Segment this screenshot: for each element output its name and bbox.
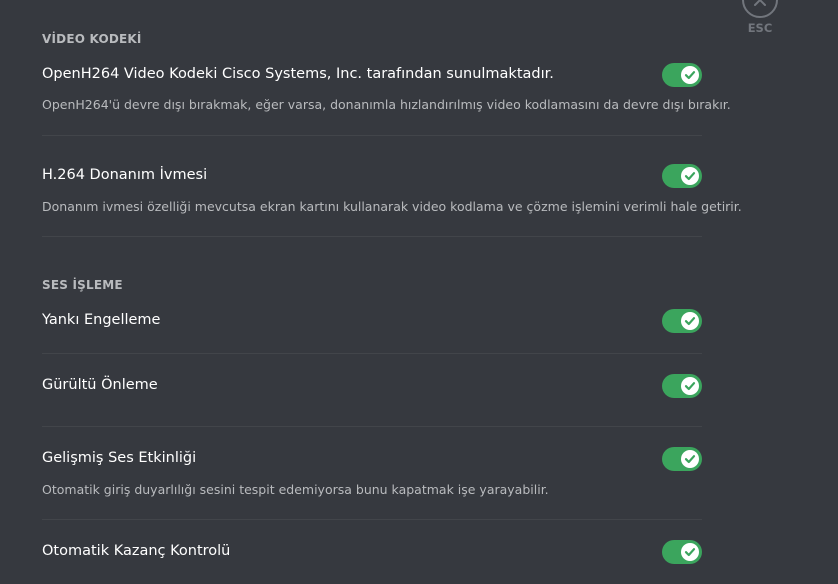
close-button-group: ESC: [742, 0, 778, 35]
setting-description-h264-hw-accel: Donanım ivmesi özelliği mevcutsa ekran k…: [42, 199, 742, 214]
toggle-knob: [681, 377, 699, 395]
divider: [42, 426, 702, 427]
toggle-knob: [681, 167, 699, 185]
toggle-openh264[interactable]: [662, 63, 702, 87]
setting-title-noise-suppression: Gürültü Önleme: [42, 377, 158, 393]
setting-description-openh264: OpenH264'ü devre dışı bırakmak, eğer var…: [42, 97, 731, 112]
settings-panel: VİDEO KODEKİ OpenH264 Video Kodeki Cisco…: [0, 0, 742, 584]
toggle-knob: [681, 66, 699, 84]
checkmark-icon: [684, 382, 696, 391]
divider: [42, 519, 702, 520]
divider: [42, 135, 702, 136]
toggle-echo-cancellation[interactable]: [662, 309, 702, 333]
toggle-auto-gain-control[interactable]: [662, 540, 702, 564]
toggle-noise-suppression[interactable]: [662, 374, 702, 398]
setting-title-h264-hw-accel: H.264 Donanım İvmesi: [42, 167, 208, 183]
checkmark-icon: [684, 317, 696, 326]
setting-title-auto-gain-control: Otomatik Kazanç Kontrolü: [42, 543, 231, 559]
close-button[interactable]: [742, 0, 778, 18]
checkmark-icon: [684, 172, 696, 181]
esc-label: ESC: [747, 21, 773, 35]
checkmark-icon: [684, 71, 696, 80]
toggle-advanced-voice-activity[interactable]: [662, 447, 702, 471]
toggle-knob: [681, 312, 699, 330]
section-header-audio-processing: SES İŞLEME: [42, 278, 123, 292]
toggle-knob: [681, 450, 699, 468]
setting-description-advanced-voice-activity: Otomatik giriş duyarlılığı sesini tespit…: [42, 482, 549, 497]
divider: [42, 353, 702, 354]
checkmark-icon: [684, 548, 696, 557]
toggle-h264-hw-accel[interactable]: [662, 164, 702, 188]
toggle-knob: [681, 543, 699, 561]
checkmark-icon: [684, 455, 696, 464]
section-header-video-codec: VİDEO KODEKİ: [42, 32, 142, 46]
divider: [42, 236, 702, 237]
close-icon: [754, 0, 766, 6]
setting-title-advanced-voice-activity: Gelişmiş Ses Etkinliği: [42, 450, 197, 466]
setting-title-openh264: OpenH264 Video Kodeki Cisco Systems, Inc…: [42, 66, 554, 82]
setting-title-echo-cancellation: Yankı Engelleme: [42, 312, 161, 328]
